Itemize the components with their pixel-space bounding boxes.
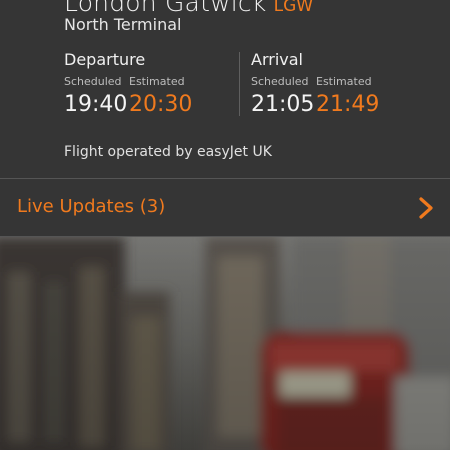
departure-scheduled-time: 19:40 — [64, 92, 128, 117]
airport-code: LGW — [273, 0, 314, 16]
departure-estimated-label: Estimated — [129, 75, 185, 88]
arrival-labels: Scheduled Estimated — [251, 75, 379, 88]
arrival-scheduled-label: Scheduled — [251, 75, 309, 88]
departure-times: Departure Scheduled Estimated 19:40 20:3… — [64, 50, 192, 119]
operator-note: Flight operated by easyJet UK — [64, 144, 272, 160]
departure-scheduled-label: Scheduled — [64, 75, 122, 88]
departure-title: Departure — [64, 50, 146, 69]
arrival-time-row: 21:05 21:49 — [251, 91, 379, 119]
departure-time-row: 19:40 20:30 — [64, 91, 192, 119]
flight-details-screen: London Gatwick LGW North Terminal Depart… — [0, 0, 450, 450]
arrival-title: Arrival — [251, 50, 303, 69]
arrival-times: Arrival Scheduled Estimated 21:05 21:49 — [251, 50, 379, 119]
terminal-name: North Terminal — [64, 15, 182, 34]
arrival-scheduled-time: 21:05 — [251, 92, 315, 117]
live-updates-label: Live Updates (3) — [17, 196, 166, 217]
arrival-estimated-time: 21:49 — [316, 92, 380, 117]
departure-labels: Scheduled Estimated — [64, 75, 192, 88]
chevron-right-icon — [419, 197, 433, 219]
live-updates-button[interactable]: Live Updates (3) — [0, 178, 450, 237]
london-background-image — [0, 237, 450, 450]
arrival-estimated-label: Estimated — [316, 75, 372, 88]
times-divider — [239, 52, 240, 116]
departure-estimated-time: 20:30 — [129, 92, 193, 117]
